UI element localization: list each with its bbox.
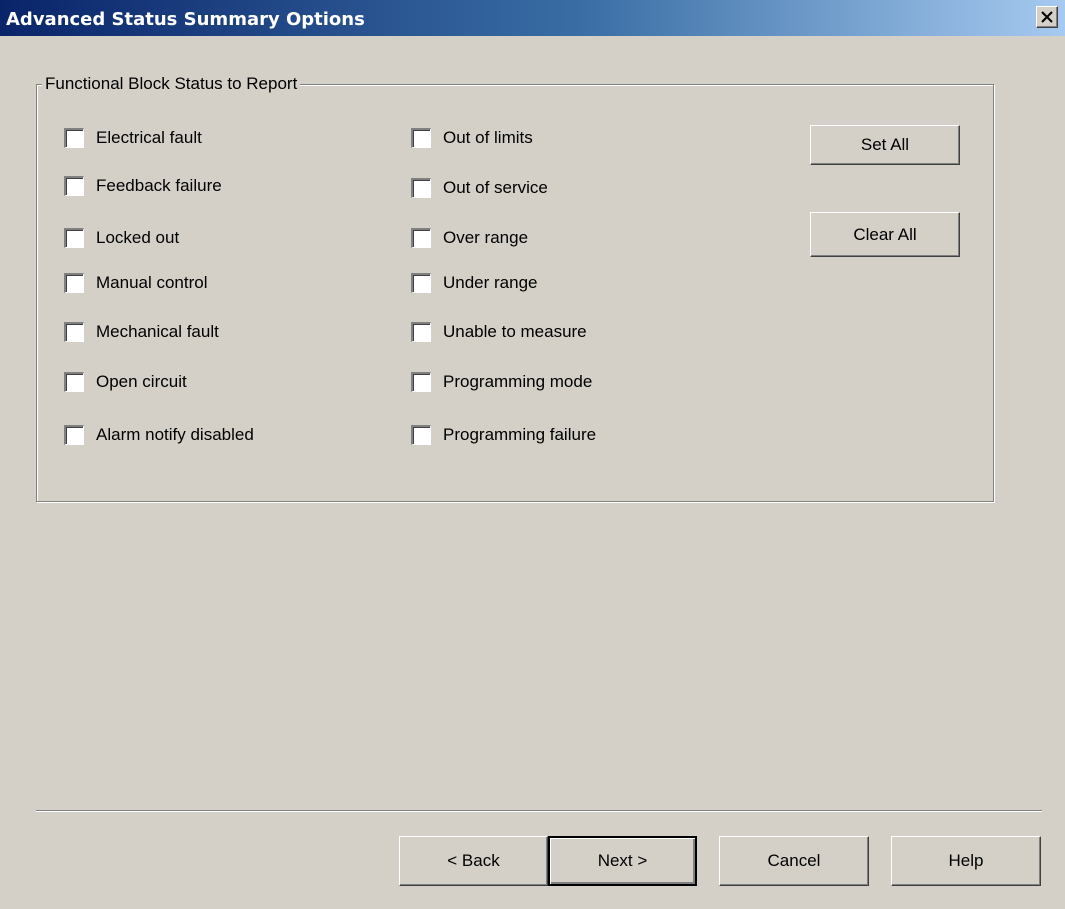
- checkbox-label: Over range: [443, 228, 529, 247]
- checkbox-label: Manual control: [96, 273, 208, 292]
- next-button[interactable]: Next >: [548, 836, 697, 886]
- checkbox-box[interactable]: [411, 273, 431, 293]
- checkbox-manual-control[interactable]: Manual control: [64, 271, 208, 295]
- checkbox-label: Out of limits: [443, 128, 533, 147]
- checkbox-mechanical-fault[interactable]: Mechanical fault: [64, 320, 219, 344]
- checkbox-out-of-service[interactable]: Out of service: [411, 176, 548, 200]
- checkbox-box[interactable]: [64, 176, 84, 196]
- checkbox-programming-failure[interactable]: Programming failure: [411, 423, 596, 447]
- checkbox-box[interactable]: [64, 322, 84, 342]
- checkbox-under-range[interactable]: Under range: [411, 271, 538, 295]
- back-button[interactable]: < Back: [399, 836, 548, 886]
- checkbox-over-range[interactable]: Over range: [411, 226, 528, 250]
- set-all-button[interactable]: Set All: [810, 125, 960, 165]
- checkbox-label: Electrical fault: [96, 128, 202, 147]
- groupbox-legend: Functional Block Status to Report: [42, 74, 301, 94]
- close-button[interactable]: [1036, 6, 1058, 28]
- checkbox-programming-mode[interactable]: Programming mode: [411, 370, 592, 394]
- checkbox-electrical-fault[interactable]: Electrical fault: [64, 126, 202, 150]
- help-button[interactable]: Help: [891, 836, 1041, 886]
- checkbox-box[interactable]: [64, 273, 84, 293]
- checkbox-box[interactable]: [411, 178, 431, 198]
- checkbox-box[interactable]: [411, 372, 431, 392]
- title-bar: Advanced Status Summary Options: [0, 0, 1065, 36]
- checkbox-box[interactable]: [64, 425, 84, 445]
- checkbox-box[interactable]: [411, 228, 431, 248]
- checkbox-out-of-limits[interactable]: Out of limits: [411, 126, 533, 150]
- checkbox-label: Locked out: [96, 228, 180, 247]
- checkbox-label: Open circuit: [96, 372, 187, 391]
- clear-all-button[interactable]: Clear All: [810, 212, 960, 257]
- footer-separator: [36, 810, 1042, 812]
- checkbox-box[interactable]: [411, 425, 431, 445]
- checkbox-box[interactable]: [64, 128, 84, 148]
- checkbox-label: Feedback failure: [96, 176, 222, 195]
- checkbox-box[interactable]: [411, 322, 431, 342]
- checkbox-open-circuit[interactable]: Open circuit: [64, 370, 187, 394]
- close-icon: [1041, 11, 1053, 23]
- window-title: Advanced Status Summary Options: [6, 9, 365, 30]
- checkbox-label: Out of service: [443, 178, 548, 197]
- checkbox-box[interactable]: [411, 128, 431, 148]
- checkbox-label: Alarm notify disabled: [96, 425, 254, 444]
- checkbox-label: Programming failure: [443, 425, 597, 444]
- checkbox-locked-out[interactable]: Locked out: [64, 226, 179, 250]
- checkbox-feedback-failure[interactable]: Feedback failure: [64, 174, 222, 198]
- checkbox-box[interactable]: [64, 228, 84, 248]
- checkbox-label: Under range: [443, 273, 538, 292]
- checkbox-label: Mechanical fault: [96, 322, 219, 341]
- cancel-button[interactable]: Cancel: [719, 836, 869, 886]
- checkbox-label: Unable to measure: [443, 322, 587, 341]
- checkbox-label: Programming mode: [443, 372, 593, 391]
- checkbox-unable-to-measure[interactable]: Unable to measure: [411, 320, 587, 344]
- checkbox-box[interactable]: [64, 372, 84, 392]
- checkbox-alarm-notify-disabled[interactable]: Alarm notify disabled: [64, 423, 254, 447]
